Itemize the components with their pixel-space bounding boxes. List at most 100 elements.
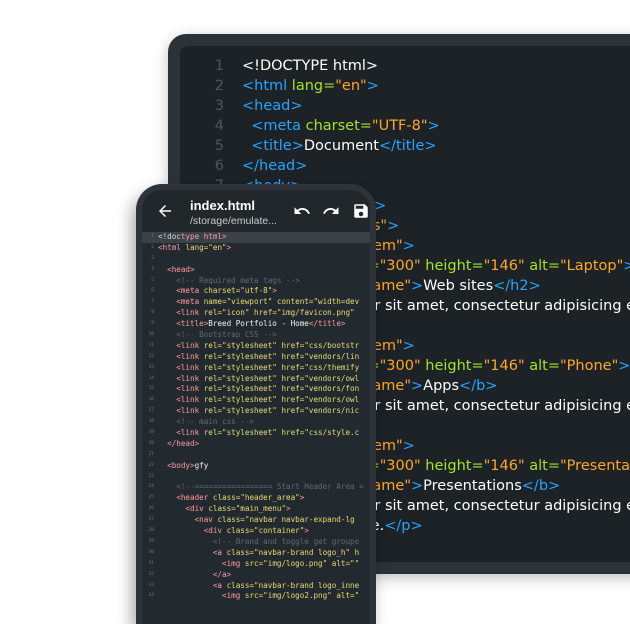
code-token: <!doc <box>158 232 181 241</box>
line-number: 14 <box>148 375 154 381</box>
code-text: <body>gfy <box>158 461 370 472</box>
code-token: </head> <box>242 158 308 174</box>
code-token: <a <box>158 580 227 590</box>
code-text: <link rel="stylesheet" href="css/themify <box>158 363 370 374</box>
phone-code-line: 29 <!-- Brand and toggle get groupe <box>142 537 370 548</box>
phone-code-line: 31 <img src="img/logo.png" alt="" <box>142 559 370 570</box>
code-text: <link rel="stylesheet" href="vendors/owl <box>158 395 370 406</box>
code-token: <link <box>158 428 204 438</box>
code-text: <!doctype html> <box>158 232 370 243</box>
redo-icon[interactable] <box>322 202 340 220</box>
phone-code-line: 4 <head> <box>142 265 370 276</box>
code-text: <title>Breed Portfolio - Home</title> <box>158 319 370 330</box>
save-icon[interactable] <box>352 202 370 220</box>
code-token: "stylesheet" <box>222 362 282 372</box>
code-token: </b> <box>459 378 498 394</box>
code-token: height= <box>425 458 484 474</box>
code-token: "146" <box>483 458 530 474</box>
phone-code-line: 21 <box>142 450 370 461</box>
line-number: 12 <box>148 353 154 359</box>
code-token: "css/bootstr <box>304 340 360 350</box>
code-token: <title> <box>158 319 209 329</box>
code-token: <img <box>158 591 245 601</box>
line-number: 8 <box>151 310 154 316</box>
code-token: > <box>272 286 277 296</box>
line-number: 30 <box>148 549 154 555</box>
code-token: rel= <box>203 406 223 416</box>
phone-device: index.html /storage/emulate... 1 <!doctyp… <box>136 184 376 624</box>
code-token: "vendors/lin <box>304 351 360 361</box>
code-token: class= <box>217 515 245 525</box>
undo-icon[interactable] <box>293 202 311 220</box>
phone-code-line: 2 <html lang="en"> <box>142 243 370 254</box>
phone-code-area[interactable]: 1 <!doctype html> 2 <html lang="en"> 3 4 <hea… <box>142 232 370 602</box>
code-token: <!DOCTYPE html> <box>242 58 379 74</box>
code-token: charset= <box>305 118 372 134</box>
code-token: <!-- main css --> <box>158 417 255 427</box>
code-token: Presentations <box>423 478 522 494</box>
phone-code-line: 7 <meta name="viewport" content="width=d… <box>142 297 370 308</box>
code-token: "stylesheet" <box>222 384 282 394</box>
line-number: 21 <box>148 451 154 457</box>
code-token: rel= <box>203 340 223 350</box>
code-text: <meta charset="utf-8"> <box>158 286 370 297</box>
code-token: rel= <box>203 373 223 383</box>
line-number: 26 <box>148 506 154 512</box>
line-number: 11 <box>148 342 154 348</box>
phone-code-line: 26 <div class="main_menu"> <box>142 504 370 515</box>
code-token: content= <box>276 297 314 307</box>
phone-code-line: 30 <a class="navbar-brand logo_h" h <box>142 548 370 559</box>
line-number: 27 <box>148 517 154 523</box>
phone-code-line: 20 </head> <box>142 439 370 450</box>
phone-code-line: 16 <link rel="stylesheet" href="vendors/… <box>142 395 370 406</box>
code-token: "300" <box>379 358 426 374</box>
code-line: 4 <meta charset="UTF-8"> <box>180 116 630 136</box>
code-text: <link rel="stylesheet" href="vendors/owl <box>158 374 370 385</box>
back-arrow-icon[interactable] <box>156 202 174 220</box>
code-token: rel= <box>203 351 223 361</box>
code-token: <div <box>158 526 227 536</box>
line-number: 6 <box>214 158 224 174</box>
code-text: <link rel="icon" href="img/favicon.png" <box>158 308 370 319</box>
code-token: > <box>387 218 400 234</box>
code-token: "main_menu" <box>235 504 287 514</box>
code-text: <!-- main css --> <box>158 417 370 428</box>
code-token: alt= <box>529 258 561 274</box>
code-text: <div class="container"> <box>158 526 370 537</box>
code-token: "vendors/fon <box>304 384 360 394</box>
code-token: </a> <box>158 569 232 579</box>
code-text: <nav class="navbar navbar-expand-lg <box>158 515 370 526</box>
code-token: height= <box>425 258 484 274</box>
line-number: 3 <box>214 98 224 114</box>
file-name: index.html <box>190 198 256 213</box>
code-token: "container" <box>254 526 305 536</box>
code-text: <html lang="en"> <box>242 76 630 96</box>
code-text: <img src="img/logo.png" alt="" <box>158 559 370 570</box>
line-number: 17 <box>148 408 154 414</box>
code-token: "navbar-brand logo_inne <box>254 580 360 590</box>
phone-code-line: 25 <header class="header_area"> <box>142 493 370 504</box>
code-token: "img/favicon.png" <box>276 308 355 318</box>
code-token: <meta <box>158 297 204 307</box>
code-token: href= <box>281 362 305 372</box>
code-token: </b> <box>521 478 561 494</box>
code-token: rel= <box>203 308 223 318</box>
code-token: "Presentation <box>560 458 630 474</box>
code-token: lang= <box>291 78 336 94</box>
code-token: "stylesheet" <box>222 428 282 438</box>
code-token: "vendors/owl <box>304 395 360 405</box>
code-text: <head> <box>242 96 630 116</box>
code-token: " <box>354 591 360 601</box>
phone-code-line: 24 <!--================= Start Header Ar… <box>142 482 370 493</box>
code-token: > <box>299 493 305 503</box>
code-token: "stylesheet" <box>222 340 282 350</box>
line-number: 29 <box>148 538 154 544</box>
code-token: class= <box>226 547 255 557</box>
code-token: rel= <box>203 428 223 438</box>
code-token: </head> <box>158 438 200 448</box>
code-token: "icon" <box>222 308 255 318</box>
phone-code-line: 11 <link rel="stylesheet" href="css/boot… <box>142 341 370 352</box>
code-token: <!-- Required meta tags --> <box>158 275 300 285</box>
phone-code-line: 10 <!-- Bootstrap CSS --> <box>142 330 370 341</box>
line-number: 20 <box>148 440 154 446</box>
